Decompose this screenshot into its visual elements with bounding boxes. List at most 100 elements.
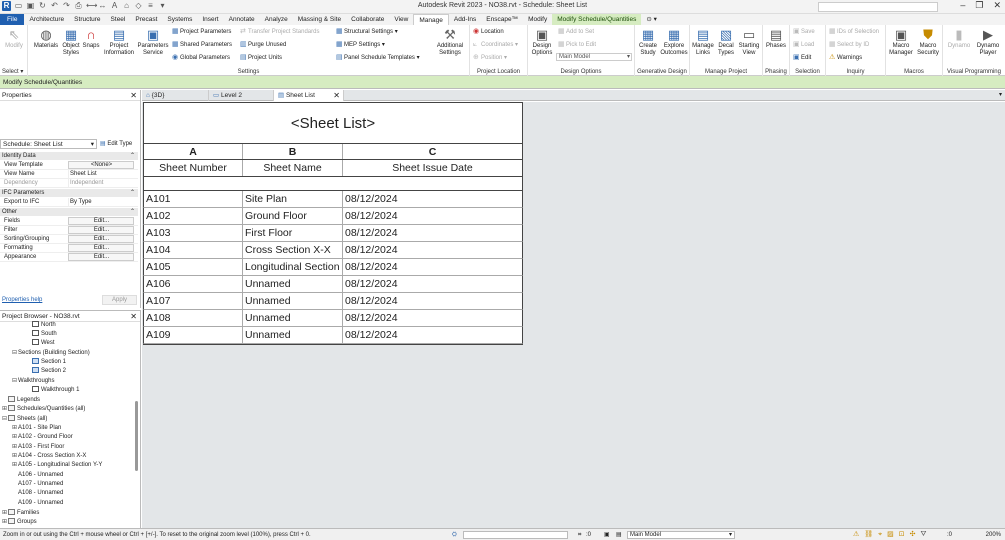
tab-modify[interactable]: Modify: [523, 14, 552, 25]
browser-scrollbar[interactable]: [135, 401, 138, 471]
properties-help-link[interactable]: Properties help: [2, 297, 42, 303]
tree-item-families[interactable]: ⊞ Families: [2, 509, 39, 518]
table-cell[interactable]: A101: [144, 191, 243, 207]
phases-button[interactable]: ▤ Phases: [765, 27, 787, 50]
editable-only-icon[interactable]: ⌗: [578, 529, 581, 540]
tree-item-walkthroughs[interactable]: ⊟Walkthroughs: [12, 377, 54, 386]
tree-item-section-2[interactable]: Section 2: [32, 367, 66, 376]
table-cell[interactable]: 08/12/2024: [343, 276, 522, 292]
additional-settings-button[interactable]: ⚒ Additional Settings: [432, 27, 468, 57]
column-letter[interactable]: C: [343, 144, 522, 159]
purge-unused-button[interactable]: ▥Purge Unused: [240, 41, 286, 49]
group-identity-data[interactable]: Identity Data ⌃: [0, 152, 138, 160]
table-cell[interactable]: 08/12/2024: [343, 327, 522, 343]
schedule-canvas[interactable]: <Sheet List> A B C Sheet Number Sheet Na…: [142, 102, 1005, 528]
sorting-edit-button[interactable]: Edit...: [68, 235, 134, 243]
tree-item-legends[interactable]: Legends: [2, 396, 40, 405]
apply-button[interactable]: Apply: [102, 295, 137, 305]
table-cell[interactable]: 08/12/2024: [343, 242, 522, 258]
filter-icon[interactable]: ⛛: [921, 529, 927, 540]
column-letter[interactable]: B: [243, 144, 343, 159]
tab-overflow-icon[interactable]: ▾: [999, 90, 1002, 101]
modify-button[interactable]: ⇖ Modify: [4, 27, 24, 50]
tree-item-south[interactable]: South: [32, 330, 57, 339]
table-cell[interactable]: Unnamed: [243, 327, 343, 343]
starting-view-button[interactable]: ▭ Starting View: [738, 27, 760, 57]
tab-massing-site[interactable]: Massing & Site: [293, 14, 346, 25]
worksets-icon[interactable]: ⛭: [452, 529, 457, 540]
appearance-edit-button[interactable]: Edit...: [68, 253, 134, 261]
tab-systems[interactable]: Systems: [162, 14, 197, 25]
tree-item-sections[interactable]: ⊟Sections (Building Section): [12, 349, 90, 358]
design-options-button[interactable]: ▣ Design Options: [530, 27, 554, 57]
restore-icon[interactable]: ❐: [975, 0, 983, 11]
macro-security-button[interactable]: ⛊ Macro Security: [915, 27, 941, 57]
fields-edit-button[interactable]: Edit...: [68, 217, 134, 225]
table-cell[interactable]: 08/12/2024: [343, 310, 522, 326]
manage-links-button[interactable]: ▤ Manage Links: [692, 27, 714, 57]
parameters-service-button[interactable]: ▣ Parameters Service: [137, 27, 169, 57]
tab-sheet-list[interactable]: ▤ Sheet List ✕: [274, 90, 344, 101]
group-other[interactable]: Other ⌃: [0, 208, 138, 216]
tree-item-west[interactable]: West: [32, 339, 55, 348]
explore-outcomes-button[interactable]: ▦ Explore Outcomes: [660, 27, 688, 57]
table-cell[interactable]: A108: [144, 310, 243, 326]
tab-collaborate[interactable]: Collaborate: [346, 14, 389, 25]
save-selection-button[interactable]: ▣Save: [793, 28, 815, 36]
ribbon-toggle-icon[interactable]: ⊙ ▾: [641, 14, 662, 25]
table-cell[interactable]: First Floor: [243, 225, 343, 241]
global-parameters-button[interactable]: ◉ Global Parameters: [172, 54, 230, 62]
edit-selection-button[interactable]: ▣Edit: [793, 54, 811, 62]
header-cell[interactable]: Sheet Issue Date: [343, 160, 522, 176]
model-select[interactable]: Main Model ▾: [627, 531, 735, 539]
tree-item-sheet[interactable]: A109 - Unnamed: [18, 499, 63, 508]
tab-file[interactable]: File: [0, 14, 25, 25]
underlay-icon[interactable]: ▨: [887, 529, 894, 540]
select-dropdown[interactable]: Select ▾: [0, 68, 27, 75]
tree-item-walkthrough-1[interactable]: Walkthrough 1: [32, 386, 79, 395]
tab-manage[interactable]: Manage: [413, 14, 449, 25]
column-letter[interactable]: A: [144, 144, 243, 159]
tab-3d-view[interactable]: ⌂ {3D}: [142, 90, 209, 101]
table-cell[interactable]: A109: [144, 327, 243, 343]
design-options-status-icon[interactable]: ▣: [604, 529, 610, 540]
table-cell[interactable]: Unnamed: [243, 276, 343, 292]
table-cell[interactable]: Unnamed: [243, 293, 343, 309]
table-cell[interactable]: 08/12/2024: [343, 293, 522, 309]
drag-icon[interactable]: ✣: [910, 529, 916, 540]
warning-icon[interactable]: ⚠: [853, 529, 859, 540]
edit-type-button[interactable]: ▤ Edit Type: [100, 139, 132, 149]
tab-view[interactable]: View: [389, 14, 413, 25]
pinned-icon[interactable]: ⌖: [878, 529, 882, 540]
close-icon[interactable]: ✕: [130, 90, 137, 101]
tree-item-sheet[interactable]: ⊞A104 - Cross Section X-X: [12, 452, 86, 461]
tab-add-ins[interactable]: Add-Ins: [449, 14, 481, 25]
tab-analyze[interactable]: Analyze: [260, 14, 293, 25]
view-template-button[interactable]: <None>: [68, 161, 134, 169]
links-icon[interactable]: ⛓: [864, 529, 873, 540]
design-option-select[interactable]: Main Model ▾: [556, 53, 632, 61]
project-parameters-button[interactable]: ▦Project Parameters: [172, 28, 231, 36]
tree-item-section-1[interactable]: Section 1: [32, 358, 66, 367]
mep-settings-button[interactable]: ▦MEP Settings ▾: [336, 41, 385, 49]
schedule-title[interactable]: <Sheet List>: [143, 102, 523, 144]
table-cell[interactable]: Ground Floor: [243, 208, 343, 224]
pick-to-edit-button[interactable]: ▦Pick to Edit: [558, 41, 596, 49]
tab-architecture[interactable]: Architecture: [24, 14, 69, 25]
load-selection-button[interactable]: ▣Load: [793, 41, 814, 49]
select-by-face-icon[interactable]: ⊡: [899, 529, 905, 540]
view-name-field[interactable]: Sheet List: [68, 170, 134, 179]
tree-item-sheet[interactable]: A108 - Unnamed: [18, 489, 63, 498]
materials-button[interactable]: ◍ Materials: [32, 27, 60, 50]
table-cell[interactable]: A105: [144, 259, 243, 275]
ids-of-selection-button[interactable]: ▦IDs of Selection: [829, 28, 879, 36]
tree-item-sheet[interactable]: ⊞A103 - First Floor: [12, 443, 64, 452]
close-icon[interactable]: ✕: [130, 311, 137, 322]
table-cell[interactable]: Cross Section X-X: [243, 242, 343, 258]
table-cell[interactable]: 08/12/2024: [343, 225, 522, 241]
tree-item-sheet[interactable]: A106 - Unnamed: [18, 471, 63, 480]
project-information-button[interactable]: ▤ Project Information: [102, 27, 136, 57]
tab-modify-schedule[interactable]: Modify Schedule/Quantities: [552, 14, 642, 25]
tree-item-north[interactable]: North: [32, 321, 56, 330]
table-cell[interactable]: 08/12/2024: [343, 191, 522, 207]
